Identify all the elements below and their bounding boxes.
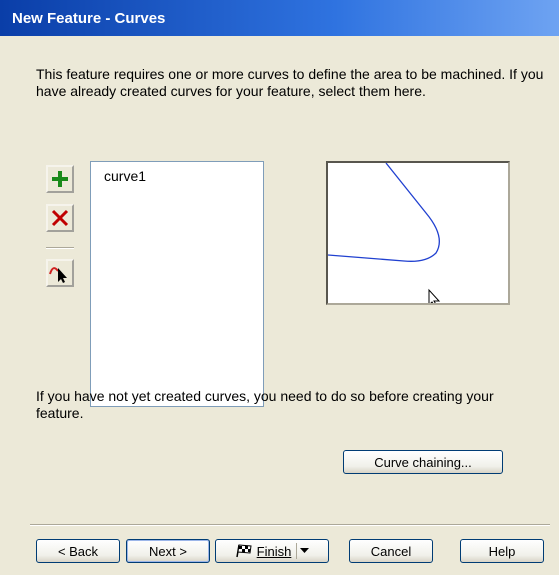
finish-label: Finish [256, 543, 292, 559]
info-text: If you have not yet created curves, you … [36, 388, 494, 421]
curve-preview-drawing [327, 162, 441, 308]
curve-list[interactable]: curve1 [90, 161, 264, 407]
split-divider [296, 543, 298, 559]
window-title: New Feature - Curves [0, 0, 559, 36]
back-button[interactable]: < Back [36, 539, 120, 563]
curve-chaining-button[interactable]: Curve chaining... [343, 450, 503, 474]
finish-split-button[interactable]: Finish [215, 539, 329, 563]
checkered-flag-icon [235, 544, 252, 558]
red-x-icon [51, 209, 69, 227]
wizard-panel: This feature requires one or more curves… [0, 36, 559, 575]
delete-curve-button[interactable] [46, 204, 74, 232]
add-curve-button[interactable] [46, 165, 74, 193]
curve-select-cursor-icon [49, 267, 67, 283]
chevron-down-icon[interactable] [300, 548, 310, 554]
curve-preview [326, 161, 510, 308]
toolbar-divider [46, 247, 74, 249]
list-item[interactable]: curve1 [104, 168, 146, 184]
intro-text: This feature requires one or more curves… [36, 66, 544, 99]
plus-icon [52, 171, 68, 187]
cancel-button[interactable]: Cancel [349, 539, 433, 563]
button-row-divider [30, 524, 550, 526]
select-curve-button[interactable] [46, 259, 74, 287]
help-button[interactable]: Help [460, 539, 544, 563]
next-button[interactable]: Next > [126, 539, 210, 563]
